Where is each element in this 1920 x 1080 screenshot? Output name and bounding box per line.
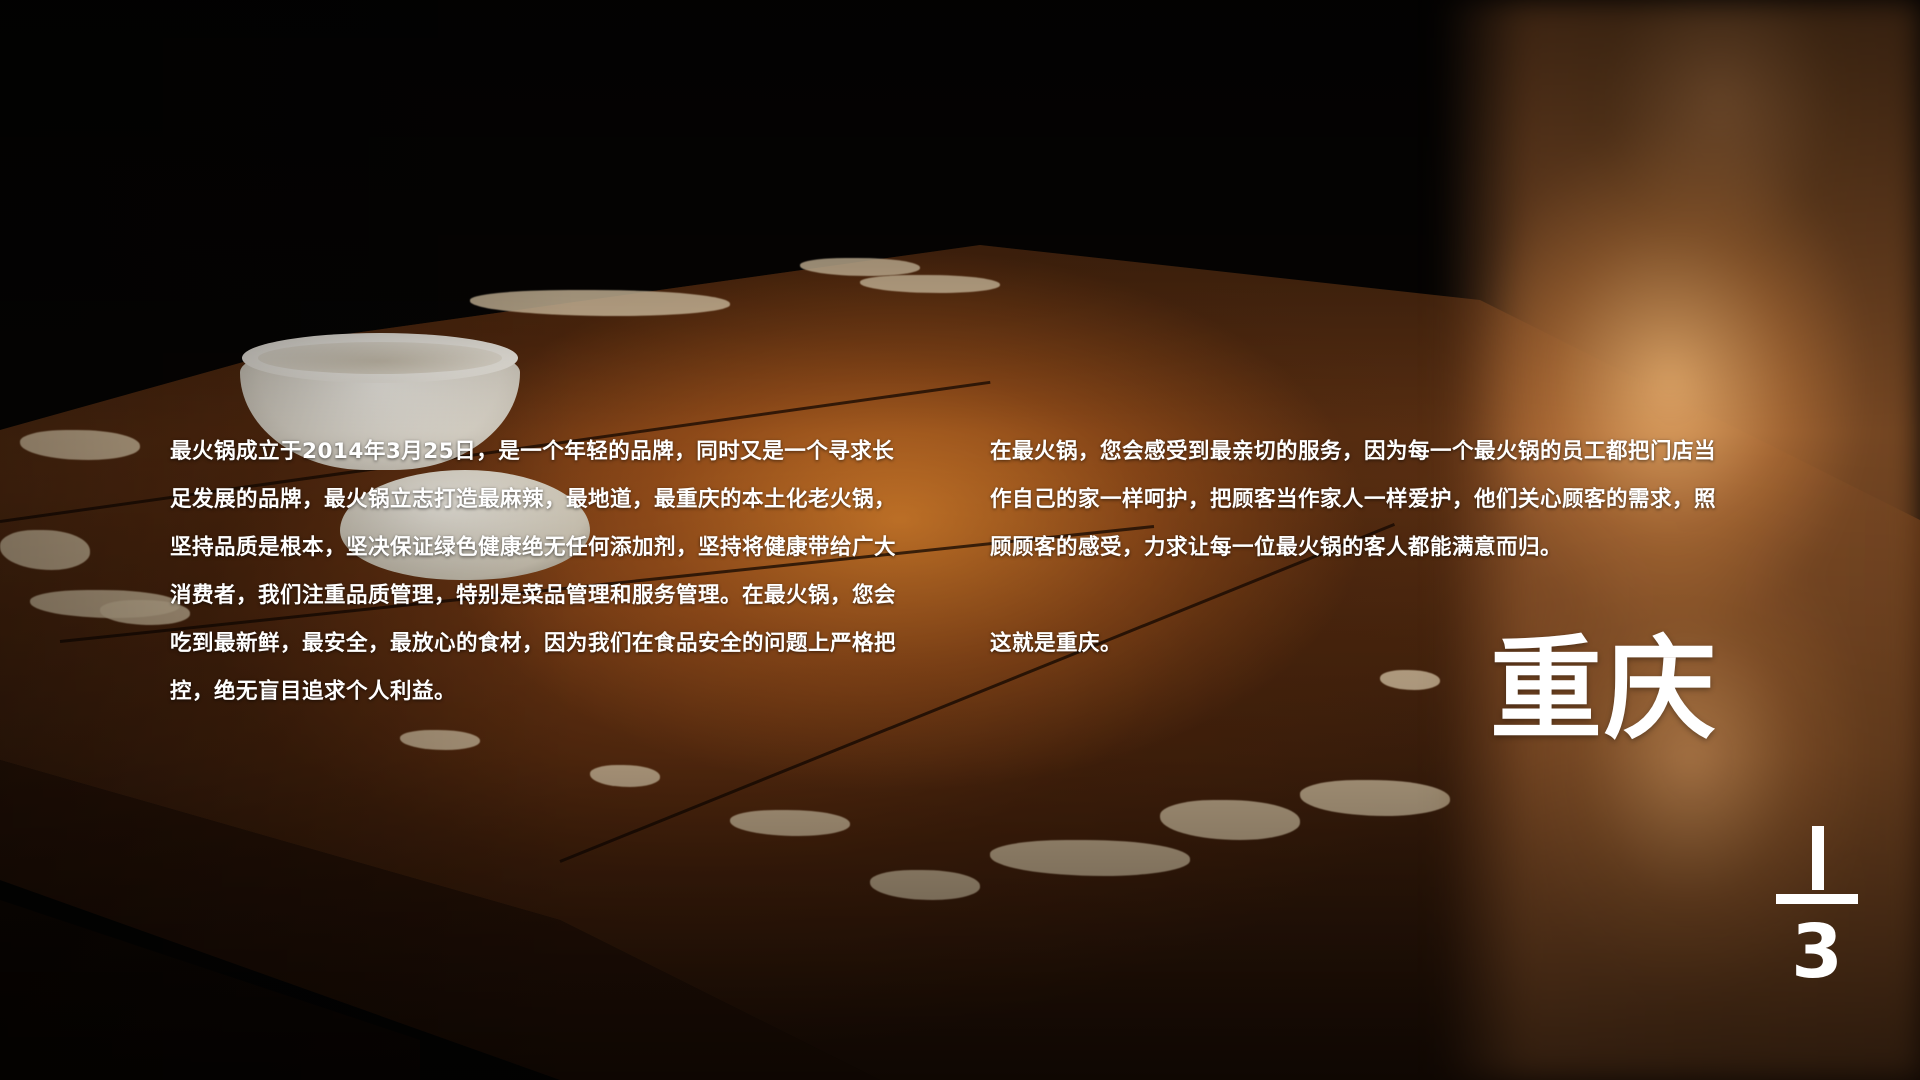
right-paragraph-service: 在最火锅，您会感受到最亲切的服务，因为每一个最火锅的员工都把门店当作自己的家一样… bbox=[990, 439, 1717, 560]
slide: 最火锅成立于2014年3月25日，是一个年轻的品牌，同时又是一个寻求长足发展的品… bbox=[0, 0, 1920, 1080]
one-third-fraction-logo-icon: 3 bbox=[1772, 822, 1862, 995]
logo-denominator: 3 bbox=[1791, 909, 1843, 982]
logo-graphic: 3 bbox=[1776, 826, 1858, 995]
left-paragraph: 最火锅成立于2014年3月25日，是一个年轻的品牌，同时又是一个寻求长足发展的品… bbox=[170, 439, 897, 704]
left-text-column: 最火锅成立于2014年3月25日，是一个年轻的品牌，同时又是一个寻求长足发展的品… bbox=[170, 428, 908, 716]
page-title: 重庆 bbox=[1490, 625, 1718, 755]
